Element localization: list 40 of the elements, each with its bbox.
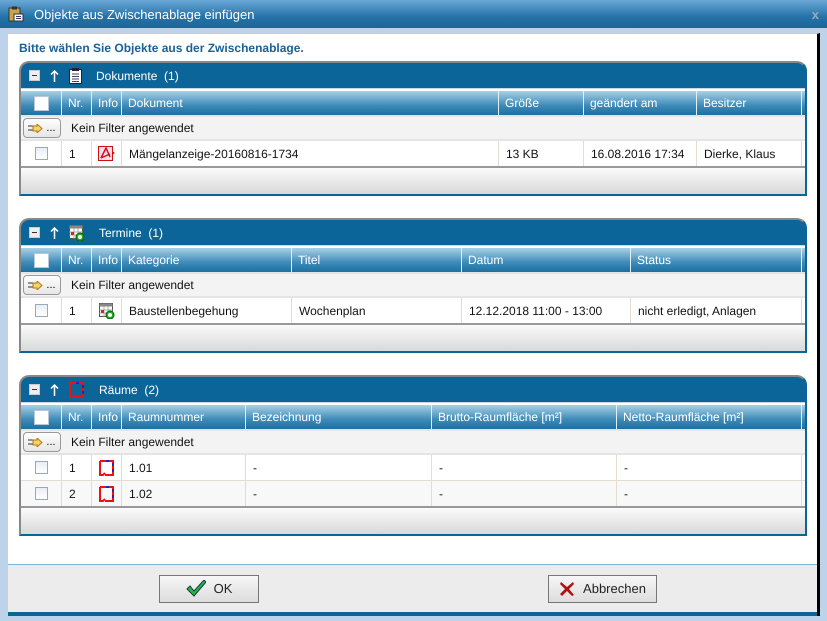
row-checkbox[interactable] (34, 487, 48, 500)
info-icon (98, 145, 115, 162)
select-all-checkbox[interactable] (34, 410, 48, 424)
section-title: Räume (2) (99, 382, 160, 396)
up-arrow-icon[interactable] (50, 384, 59, 396)
up-arrow-icon[interactable] (50, 226, 59, 238)
select-all-checkbox[interactable] (34, 252, 48, 268)
section-icon (69, 68, 82, 84)
filter-status: Kein Filter angewendet (71, 121, 194, 135)
filter-arrows-icon (28, 438, 44, 446)
section-title: Termine (1) (99, 226, 164, 240)
close-button[interactable]: x (812, 6, 819, 22)
info-icon (98, 460, 114, 476)
filter-button[interactable]: ... (23, 275, 61, 295)
instruction-text: Bitte wählen Sie Objekte aus der Zwischenablage. (19, 41, 305, 55)
row-checkbox[interactable] (34, 304, 48, 317)
check-icon (186, 580, 206, 597)
up-arrow-icon[interactable] (50, 70, 59, 82)
collapse-icon[interactable] (29, 384, 40, 395)
collapse-icon[interactable] (29, 227, 40, 238)
row-checkbox[interactable] (34, 461, 48, 474)
collapse-icon[interactable] (29, 70, 40, 81)
filter-status: Kein Filter angewendet (71, 278, 194, 292)
cancel-button[interactable]: Abbrechen (548, 574, 657, 602)
filter-button[interactable]: ... (23, 118, 61, 138)
clipboard-icon (8, 6, 24, 22)
filter-arrows-icon (28, 280, 44, 290)
info-icon (98, 486, 114, 502)
section-title: Dokumente (1) (96, 68, 179, 82)
select-all-checkbox[interactable] (34, 96, 48, 110)
info-icon (98, 302, 114, 318)
cross-icon (559, 580, 576, 596)
window-title: Objekte aus Zwischenablage einfügen (34, 6, 256, 22)
section-icon (69, 224, 85, 240)
filter-arrows-icon (28, 124, 44, 132)
section-icon (69, 382, 85, 398)
filter-status: Kein Filter angewendet (71, 435, 194, 449)
filter-button[interactable]: ... (23, 432, 61, 452)
ok-button[interactable]: OK (159, 574, 259, 602)
row-checkbox[interactable] (34, 147, 48, 160)
